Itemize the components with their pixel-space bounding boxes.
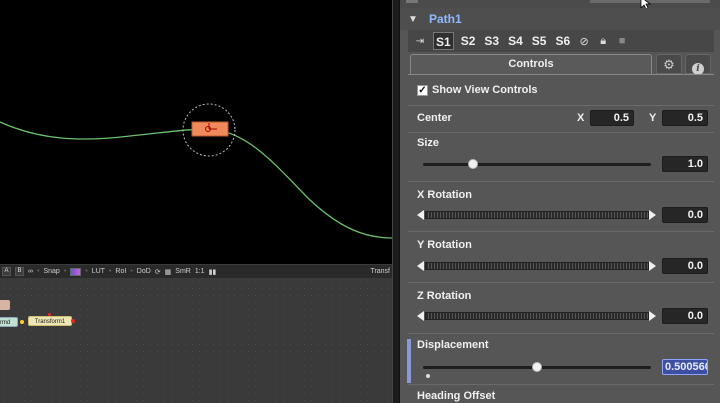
version-s1-button[interactable]: S1 bbox=[433, 32, 454, 50]
center-label: Center bbox=[417, 112, 452, 124]
tab-underline bbox=[408, 74, 714, 75]
tab-info[interactable]: i bbox=[685, 54, 711, 75]
toolbar-dot: • bbox=[63, 268, 67, 275]
toolbar-dot: • bbox=[108, 268, 112, 275]
show-view-controls-checkbox[interactable]: ✓ bbox=[417, 84, 428, 96]
snap-button[interactable]: Snap bbox=[43, 268, 59, 275]
size-slider-track[interactable] bbox=[423, 163, 651, 166]
node-input-pin[interactable] bbox=[20, 320, 24, 324]
toolbar-dot: • bbox=[37, 268, 40, 275]
center-x-input[interactable]: 0.5 bbox=[590, 110, 634, 126]
center-x-label: X bbox=[577, 112, 585, 124]
x-rotation-increment-icon[interactable] bbox=[649, 210, 656, 220]
version-s2-button[interactable]: S2 bbox=[459, 32, 478, 50]
separator bbox=[408, 132, 714, 133]
separator bbox=[408, 282, 714, 283]
flow-editor[interactable]: rmd Transform1 bbox=[0, 278, 392, 403]
default-value-dot bbox=[426, 374, 430, 378]
version-s6-button[interactable]: S6 bbox=[553, 32, 572, 50]
displacement-label: Displacement bbox=[417, 339, 489, 351]
animated-indicator bbox=[407, 339, 411, 383]
flow-node-left[interactable]: rmd bbox=[0, 317, 18, 327]
checker-icon[interactable]: ▦ bbox=[165, 268, 172, 276]
node-header[interactable]: ▼ Path1 bbox=[400, 8, 720, 30]
center-y-label: Y bbox=[649, 112, 657, 124]
version-s3-button[interactable]: S3 bbox=[482, 32, 501, 50]
viewer-a-button[interactable]: A bbox=[2, 267, 11, 276]
flow-node-tag[interactable] bbox=[0, 300, 10, 310]
z-rotation-label: Z Rotation bbox=[417, 290, 472, 302]
viewer-canvas[interactable] bbox=[0, 0, 392, 264]
gear-icon[interactable]: ⚙ bbox=[656, 54, 682, 74]
version-s5-button[interactable]: S5 bbox=[530, 32, 549, 50]
z-rotation-increment-icon[interactable] bbox=[649, 311, 656, 321]
node-output-pin[interactable] bbox=[71, 319, 75, 323]
smr-button[interactable]: SmR bbox=[175, 268, 191, 275]
chevron-down-icon[interactable]: ▼ bbox=[408, 14, 420, 25]
heading-offset-label: Heading Offset bbox=[417, 390, 496, 402]
lock-icon[interactable]: 🔒︎ bbox=[596, 35, 610, 48]
x-rotation-decrement-icon[interactable] bbox=[417, 210, 424, 220]
roi-button[interactable]: RoI bbox=[115, 268, 126, 275]
viewer-b-button[interactable]: B bbox=[15, 267, 24, 276]
levels-icon[interactable]: ▮▮ bbox=[209, 268, 217, 276]
separator bbox=[408, 384, 714, 385]
show-view-controls-label: Show View Controls bbox=[432, 84, 538, 96]
glasses-icon[interactable]: ∞ bbox=[28, 268, 33, 275]
node-top-pin[interactable] bbox=[48, 313, 51, 316]
viewer-node-label: Transf bbox=[370, 268, 390, 275]
x-rotation-thumbwheel[interactable] bbox=[425, 211, 649, 219]
inspector-panel: ▼ Path1 ⇥ S1 S2 S3 S4 S5 S6 ⊘ 🔒︎ ■ Contr… bbox=[400, 0, 720, 403]
separator bbox=[408, 231, 714, 232]
z-rotation-input[interactable]: 0.0 bbox=[662, 308, 708, 324]
reset-icon[interactable]: ■ bbox=[615, 35, 629, 47]
flow-node-transform[interactable]: Transform1 bbox=[28, 316, 72, 326]
displacement-slider-thumb[interactable] bbox=[532, 362, 542, 372]
lut-button[interactable]: LUT bbox=[92, 268, 105, 275]
separator bbox=[408, 105, 714, 106]
toolbar-dot: • bbox=[130, 268, 133, 275]
disable-icon[interactable]: ⊘ bbox=[577, 35, 591, 48]
dod-button[interactable]: DoD bbox=[137, 268, 151, 275]
separator bbox=[408, 181, 714, 182]
top-bar-grip bbox=[406, 0, 418, 3]
size-label: Size bbox=[417, 137, 440, 149]
separator bbox=[408, 333, 714, 334]
zoom-ratio-button[interactable]: 1:1 bbox=[195, 268, 205, 275]
y-rotation-thumbwheel[interactable] bbox=[425, 262, 649, 270]
displacement-input[interactable]: 0.500560 bbox=[662, 359, 708, 375]
x-rotation-input[interactable]: 0.0 bbox=[662, 207, 708, 223]
y-rotation-label: Y Rotation bbox=[417, 239, 472, 251]
z-rotation-decrement-icon[interactable] bbox=[417, 311, 424, 321]
viewer-toolbar: A B ∞ • Snap • • LUT • RoI • DoD ⟳ ▦ SmR… bbox=[0, 264, 392, 278]
version-bar: ⇥ S1 S2 S3 S4 S5 S6 ⊘ 🔒︎ ■ bbox=[408, 30, 714, 52]
y-rotation-decrement-icon[interactable] bbox=[417, 261, 424, 271]
loop-icon[interactable]: ⟳ bbox=[155, 268, 161, 276]
inspector-tabs: Controls ⚙ i bbox=[408, 54, 714, 75]
size-input[interactable]: 1.0 bbox=[662, 156, 708, 172]
path-overlay bbox=[0, 103, 392, 239]
motion-path-curve[interactable] bbox=[0, 121, 392, 239]
inspector-top-bar bbox=[400, 0, 720, 8]
y-rotation-input[interactable]: 0.0 bbox=[662, 258, 708, 274]
panel-divider[interactable] bbox=[392, 0, 400, 403]
size-slider-thumb[interactable] bbox=[468, 159, 479, 169]
version-s4-button[interactable]: S4 bbox=[506, 32, 525, 50]
tab-controls[interactable]: Controls bbox=[410, 54, 652, 74]
toolbar-dot: • bbox=[85, 268, 88, 275]
color-channel-icon[interactable] bbox=[70, 267, 82, 276]
node-name: Path1 bbox=[429, 12, 462, 26]
pin-icon[interactable]: ⇥ bbox=[412, 36, 428, 47]
x-rotation-label: X Rotation bbox=[417, 189, 472, 201]
show-view-controls-row[interactable]: ✓ Show View Controls bbox=[417, 84, 538, 96]
center-y-input[interactable]: 0.5 bbox=[662, 110, 708, 126]
y-rotation-increment-icon[interactable] bbox=[649, 261, 656, 271]
z-rotation-thumbwheel[interactable] bbox=[425, 312, 649, 320]
